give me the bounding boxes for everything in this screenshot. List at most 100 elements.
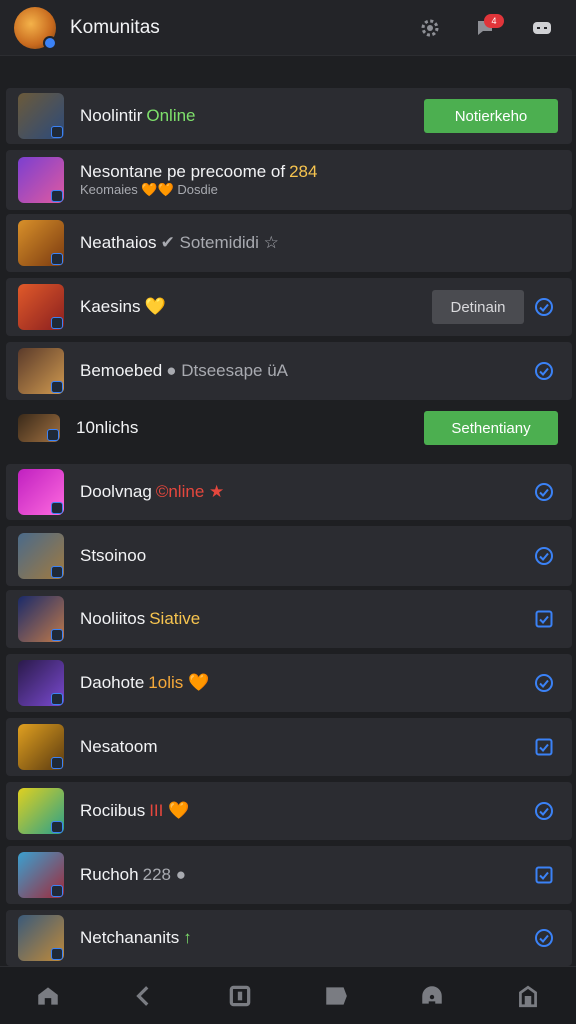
community-thumbnail	[18, 915, 64, 961]
checkbox-icon[interactable]	[534, 865, 554, 885]
support-icon[interactable]	[410, 974, 454, 1018]
list-item-title: Netchananits ↑	[80, 928, 534, 948]
list-item[interactable]: Daohote 1olis 🧡	[6, 654, 572, 712]
list-item-text: Stsoinoo	[80, 546, 534, 566]
list-item-text: Rociibus III 🧡	[80, 801, 534, 821]
list-item-status: 1olis 🧡	[148, 673, 210, 693]
list-item-title: Kaesins 💛	[80, 297, 432, 317]
list-item-status: ● Dtseesape üA	[166, 361, 289, 381]
notification-badge: 4	[484, 13, 504, 28]
platform-badge-icon	[51, 502, 63, 514]
community-thumbnail	[18, 596, 64, 642]
list-item-title: Daohote 1olis 🧡	[80, 673, 534, 693]
list-item-name: Neathaios	[80, 233, 157, 253]
community-thumbnail	[18, 660, 64, 706]
check-circle-icon[interactable]	[534, 482, 554, 502]
list-item[interactable]: Kaesins 💛 Detinain	[6, 278, 572, 336]
list-item[interactable]: Nooliitos Siative	[6, 590, 572, 648]
action-button[interactable]: Notierkeho	[424, 99, 558, 133]
platform-badge-icon	[51, 253, 63, 265]
list-item-title: Stsoinoo	[80, 546, 534, 566]
app-avatar[interactable]	[14, 6, 57, 50]
menu-icon[interactable]	[506, 974, 550, 1018]
check-circle-icon[interactable]	[534, 297, 554, 317]
list-item-name: Netchananits	[80, 928, 180, 948]
list-item-text: Ruchoh 228 ●	[80, 865, 534, 885]
list-item[interactable]: Bemoebed ● Dtseesape üA	[6, 342, 572, 400]
gear-icon[interactable]	[410, 8, 450, 48]
community-thumbnail	[18, 724, 64, 770]
list-item-text: Nesatoom	[80, 737, 534, 757]
list-item[interactable]: Nesontane pe precoome of 284 Keomaies 🧡🧡 D…	[6, 150, 572, 210]
avatar-status-dot	[43, 35, 57, 50]
list-item-title: Nooliitos Siative	[80, 609, 534, 629]
list-item-status: Siative	[149, 609, 201, 629]
list-item[interactable]: 10nlichs Sethentiany	[6, 406, 572, 450]
list-item[interactable]: Nesatoom	[6, 718, 572, 776]
list-item-status: ✔ Sotemididi ☆	[160, 233, 279, 253]
community-thumbnail	[18, 220, 64, 266]
chat-icon[interactable]: 4	[466, 8, 506, 48]
list-item[interactable]: Ruchoh 228 ●	[6, 846, 572, 904]
page-title: Komunitas	[70, 16, 160, 38]
list-item-text: Doolvnag ©nline ★	[80, 482, 534, 502]
community-thumbnail	[18, 788, 64, 834]
platform-badge-icon	[51, 190, 63, 202]
check-circle-icon[interactable]	[534, 928, 554, 948]
list-item-text: Nooliitos Siative	[80, 609, 534, 629]
platform-badge-icon	[47, 429, 59, 441]
list-item-name: Rociibus	[80, 801, 146, 821]
list-item[interactable]: Netchananits ↑	[6, 910, 572, 966]
list-item-name: Kaesins	[80, 297, 141, 317]
platform-badge-icon	[51, 948, 63, 960]
check-circle-icon[interactable]	[534, 546, 554, 566]
list-item-title: Bemoebed ● Dtseesape üA	[80, 361, 534, 381]
community-thumbnail	[18, 469, 64, 515]
community-thumbnail	[18, 852, 64, 898]
list-item-subtitle: Keomaies 🧡🧡 Dosdie	[80, 182, 218, 198]
bottom-nav	[0, 966, 576, 1024]
check-circle-icon[interactable]	[534, 361, 554, 381]
action-button[interactable]: Sethentiany	[424, 411, 558, 445]
list-item-text: Noolintir Online	[80, 106, 424, 126]
list-item-name: Daohote	[80, 673, 145, 693]
home-icon[interactable]	[26, 974, 70, 1018]
list-item-status: ↑	[183, 928, 192, 948]
list-item-name: Nesatoom	[80, 737, 158, 757]
list-item-title: Rociibus III 🧡	[80, 801, 534, 821]
community-thumbnail	[18, 533, 64, 579]
back-icon[interactable]	[122, 974, 166, 1018]
list-item-title: Neathaios ✔ Sotemididi ☆	[80, 233, 572, 253]
controller-icon[interactable]	[522, 8, 562, 48]
list-item-name: Bemoebed	[80, 361, 163, 381]
action-button[interactable]: Detinain	[432, 290, 524, 324]
list-item-text: Neathaios ✔ Sotemididi ☆	[80, 233, 572, 253]
list-item-status: 💛	[144, 297, 166, 317]
list-item[interactable]: Neathaios ✔ Sotemididi ☆	[6, 214, 572, 272]
list-item-text: Kaesins 💛	[80, 297, 432, 317]
list-item[interactable]: Rociibus III 🧡	[6, 782, 572, 840]
checkbox-icon[interactable]	[534, 609, 554, 629]
platform-badge-icon	[51, 629, 63, 641]
list-item[interactable]: Stsoinoo	[6, 526, 572, 586]
community-thumbnail	[18, 414, 60, 442]
platform-badge-icon	[51, 381, 63, 393]
message-icon[interactable]	[314, 974, 358, 1018]
list-item-status: 284	[289, 161, 318, 181]
platform-badge-icon	[51, 317, 63, 329]
list-item-title: Doolvnag ©nline ★	[80, 482, 534, 502]
check-circle-icon[interactable]	[534, 801, 554, 821]
list-item-title: Ruchoh 228 ●	[80, 865, 534, 885]
platform-badge-icon	[51, 757, 63, 769]
platform-badge-icon	[51, 693, 63, 705]
list-item-title: Noolintir Online	[80, 106, 424, 126]
list-item[interactable]: Noolintir Online Notierkeho	[6, 88, 572, 144]
list-item[interactable]: Doolvnag ©nline ★	[6, 464, 572, 520]
check-circle-icon[interactable]	[534, 673, 554, 693]
square-icon[interactable]	[218, 974, 262, 1018]
platform-badge-icon	[51, 566, 63, 578]
list-item-text: Daohote 1olis 🧡	[80, 673, 534, 693]
checkbox-icon[interactable]	[534, 737, 554, 757]
platform-badge-icon	[51, 885, 63, 897]
list-item-text: 10nlichs	[76, 418, 424, 438]
